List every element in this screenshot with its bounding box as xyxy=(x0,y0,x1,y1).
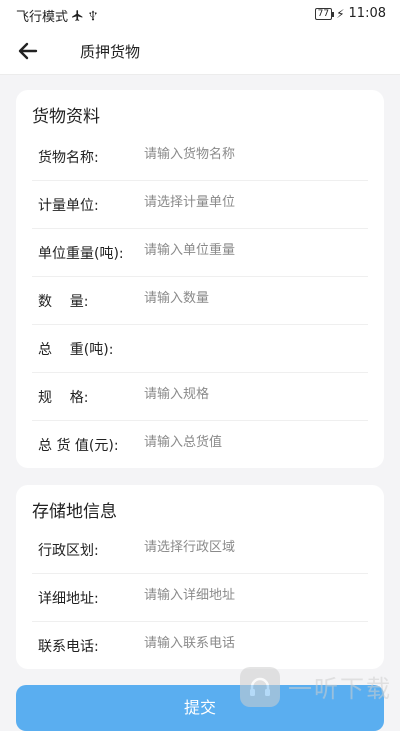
goods-info-card: 货物资料 货物名称: 计量单位: 单位重量(吨): 数 量: 总 重(吨): 规… xyxy=(16,90,384,468)
goods-name-row: 货物名称: xyxy=(32,132,368,181)
address-label: 详细地址: xyxy=(38,591,99,607)
watermark: 一听下载 xyxy=(240,662,400,711)
storage-info-card: 存储地信息 行政区划: 详细地址: 联系电话: xyxy=(16,485,384,669)
status-bar: 飞行模式 77 ⚡ 11:08 xyxy=(0,0,400,28)
total-value-label: 总 货 值(元): xyxy=(38,438,119,454)
charging-icon: ⚡ xyxy=(336,6,345,21)
arrow-left-icon xyxy=(18,42,38,60)
headphone-icon xyxy=(250,677,270,696)
watermark-logo-icon xyxy=(240,666,280,707)
storage-section-title: 存储地信息 xyxy=(32,502,117,522)
region-row: 行政区划: xyxy=(32,525,368,574)
spec-row: 规 格: xyxy=(32,372,368,421)
unit-weight-label: 单位重量(吨): xyxy=(38,246,124,262)
address-row: 详细地址: xyxy=(32,573,368,622)
quantity-row: 数 量: xyxy=(32,276,368,325)
phone-label: 联系电话: xyxy=(38,639,99,655)
airplane-mode-text: 飞行模式 xyxy=(16,10,69,25)
unit-select[interactable] xyxy=(144,190,364,214)
unit-weight-row: 单位重量(吨): xyxy=(32,228,368,277)
quantity-input[interactable] xyxy=(144,286,364,310)
total-weight-value xyxy=(144,334,364,358)
total-weight-row: 总 重(吨): xyxy=(32,324,368,373)
watermark-text: 一听下载 xyxy=(288,675,392,703)
goods-name-input[interactable] xyxy=(144,142,364,166)
region-label: 行政区划: xyxy=(38,543,99,559)
total-value-input[interactable] xyxy=(144,430,364,454)
total-weight-label: 总 重(吨): xyxy=(38,342,114,358)
unit-label: 计量单位: xyxy=(38,198,99,214)
battery-indicator: 77 xyxy=(314,7,335,20)
spec-label: 规 格: xyxy=(38,390,89,406)
goods-name-label: 货物名称: xyxy=(38,150,99,166)
page-title: 质押货物 xyxy=(80,43,141,61)
region-select[interactable] xyxy=(144,535,364,559)
total-value-row: 总 货 值(元): xyxy=(32,420,368,468)
back-button[interactable] xyxy=(14,37,42,65)
phone-input[interactable] xyxy=(144,631,364,655)
goods-section-title: 货物资料 xyxy=(32,107,100,127)
unit-weight-input[interactable] xyxy=(144,238,364,262)
spec-input[interactable] xyxy=(144,382,364,406)
quantity-label: 数 量: xyxy=(38,294,89,310)
clock: 11:08 xyxy=(348,6,386,21)
airplane-icon xyxy=(72,10,83,21)
app-bar: 质押货物 xyxy=(0,28,400,75)
address-input[interactable] xyxy=(144,583,364,607)
usb-icon xyxy=(89,10,97,21)
unit-row: 计量单位: xyxy=(32,180,368,229)
